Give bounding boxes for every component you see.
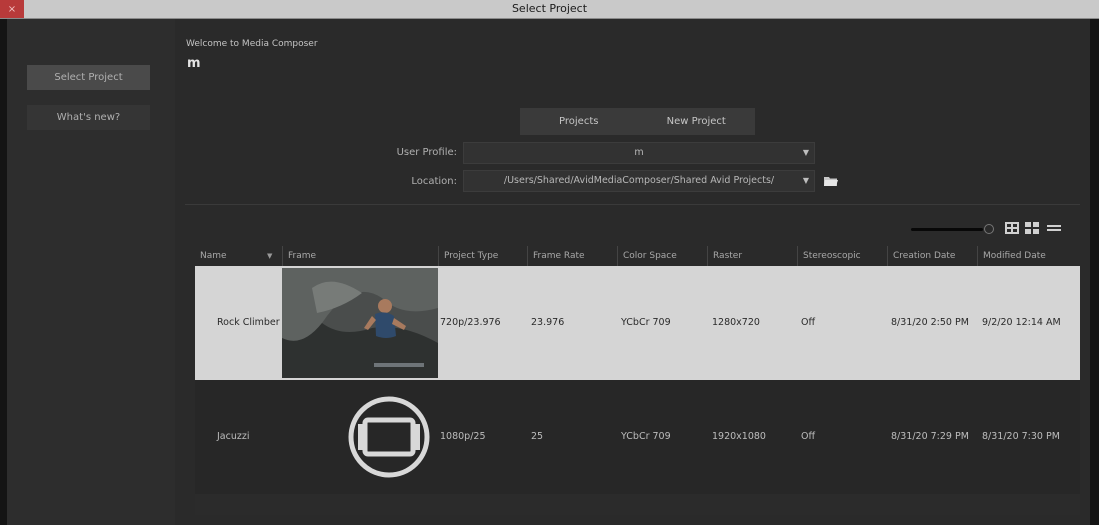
list-view-icon[interactable]: [1047, 222, 1061, 234]
user-profile-value: m: [634, 147, 644, 158]
color-space: YCbCr 709: [621, 431, 671, 442]
column-header-modified-date[interactable]: Modified Date: [977, 246, 1080, 266]
sort-arrow-icon: ▼: [267, 252, 273, 260]
column-header-project-type[interactable]: Project Type: [438, 246, 527, 266]
creation-date: 8/31/20 2:50 PM: [891, 317, 969, 328]
thumbnail-size-slider[interactable]: [911, 228, 983, 231]
table-header: Name ▼ Frame Project Type Frame Rate Col…: [195, 246, 1080, 281]
sidebar-item-whats-new[interactable]: What's new?: [27, 105, 150, 130]
stereoscopic: Off: [801, 317, 816, 328]
project-name: Jacuzzi: [217, 431, 250, 442]
table-row[interactable]: Jacuzzi 1080p/25 25 YCbCr 709 1920x1080 …: [195, 380, 1080, 494]
chevron-down-icon: ▼: [802, 148, 809, 157]
project-type: 720p/23.976: [440, 317, 501, 328]
chevron-down-icon: ▼: [802, 176, 809, 185]
large-thumbnail-view-icon[interactable]: [1005, 222, 1019, 234]
title-bar: × Select Project: [0, 0, 1099, 19]
user-profile-dropdown[interactable]: m ▼: [463, 142, 815, 164]
raster-dimensions: 1280x720: [712, 317, 760, 328]
folder-icon[interactable]: [824, 176, 838, 186]
dialog-window: Select Project What's new? Welcome to Me…: [0, 19, 1099, 525]
table-row[interactable]: Rock Climber 720p/23.976 23.976 YCbCr 70…: [195, 266, 1080, 380]
stereoscopic: Off: [801, 431, 816, 442]
username-heading: m: [187, 56, 201, 71]
location-value: /Users/Shared/AvidMediaComposer/Shared A…: [503, 175, 775, 186]
modified-date: 8/31/20 7:30 PM: [982, 431, 1060, 442]
window-title: Select Project: [511, 2, 588, 15]
frame-rate: 23.976: [531, 317, 565, 328]
sidebar-item-select-project[interactable]: Select Project: [27, 65, 150, 90]
main-panel: Welcome to Media Composer m Projects New…: [175, 19, 1090, 525]
modified-date: 9/2/20 12:14 AM: [982, 317, 1061, 328]
location-label: Location:: [411, 176, 457, 187]
project-type: 1080p/25: [440, 431, 486, 442]
table-footer: [195, 494, 1080, 515]
raster-dimensions: 1920x1080: [712, 431, 766, 442]
creation-date: 8/31/20 7:29 PM: [891, 431, 969, 442]
column-header-stereoscopic[interactable]: Stereoscopic: [797, 246, 887, 266]
column-header-frame[interactable]: Frame: [282, 246, 438, 266]
project-table: Name ▼ Frame Project Type Frame Rate Col…: [195, 246, 1080, 515]
slider-handle[interactable]: [984, 224, 994, 234]
project-thumbnail: [282, 268, 438, 378]
tab-new-project[interactable]: New Project: [638, 108, 756, 135]
column-header-color-space[interactable]: Color Space: [617, 246, 707, 266]
project-name: Rock Climber: [217, 317, 280, 328]
avid-film-icon: [348, 396, 430, 478]
tab-projects[interactable]: Projects: [520, 108, 638, 135]
column-header-creation-date[interactable]: Creation Date: [887, 246, 977, 266]
sidebar: Select Project What's new?: [7, 19, 175, 525]
frame-rate: 25: [531, 431, 544, 442]
column-header-frame-rate[interactable]: Frame Rate: [527, 246, 617, 266]
welcome-text: Welcome to Media Composer: [186, 39, 318, 49]
column-header-raster-dimensions[interactable]: Raster Dimensions: [707, 246, 797, 281]
user-profile-label: User Profile:: [396, 147, 457, 158]
column-header-name[interactable]: Name ▼: [195, 246, 282, 266]
section-divider: [185, 204, 1080, 205]
project-tabs: Projects New Project: [520, 108, 755, 135]
small-thumbnail-view-icon[interactable]: [1025, 222, 1039, 234]
color-space: YCbCr 709: [621, 317, 671, 328]
location-dropdown[interactable]: /Users/Shared/AvidMediaComposer/Shared A…: [463, 170, 815, 192]
